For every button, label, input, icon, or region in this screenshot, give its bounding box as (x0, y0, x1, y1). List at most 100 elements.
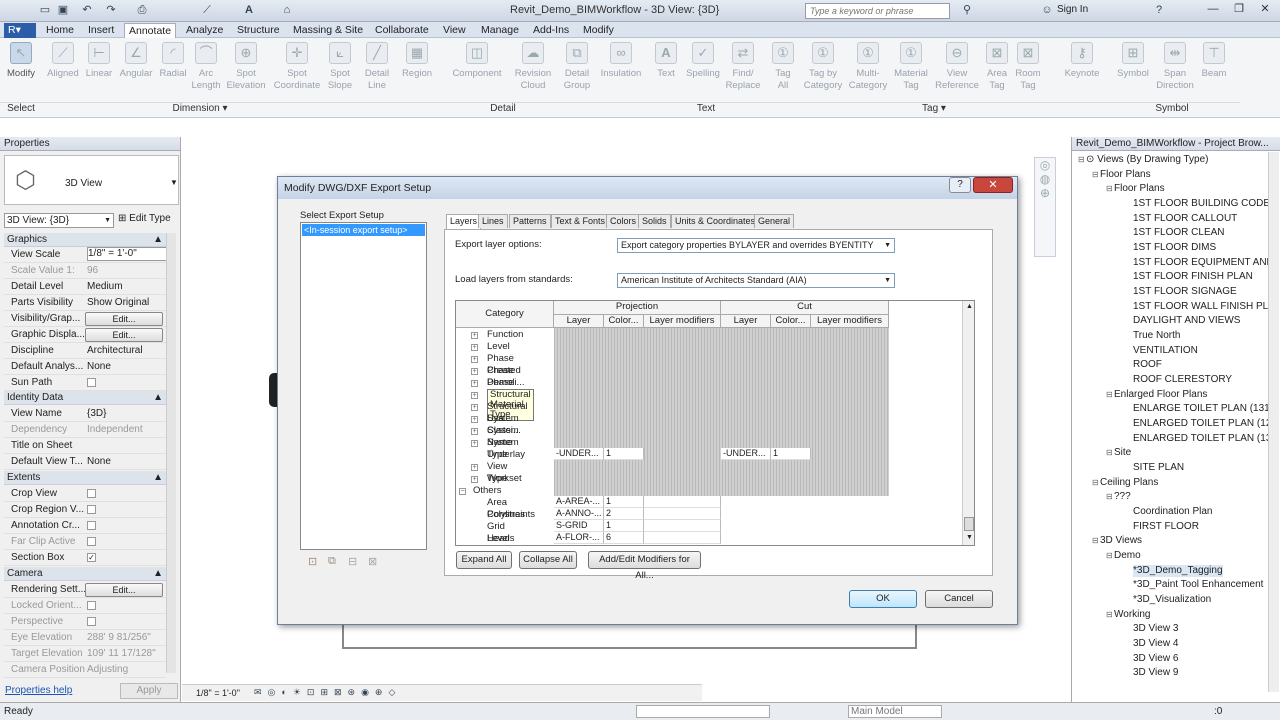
navigation-bar[interactable]: ◎ ◍ ⊕ (1034, 157, 1056, 257)
keynote-button[interactable]: ⚷ Keynote (1060, 42, 1104, 80)
properties-scrollbar[interactable] (166, 233, 176, 673)
orbit-icon[interactable]: ◍ (1035, 172, 1055, 186)
room-tag-button[interactable]: ⊠ Room Tag (1012, 42, 1044, 92)
workset-field[interactable] (636, 705, 770, 718)
detail-group-button[interactable]: ⧉ Detail Group (558, 42, 596, 92)
expand-icon[interactable]: + (471, 404, 478, 411)
prop-title-on-sheet[interactable]: Title on Sheet (4, 438, 166, 454)
linear-dimension-button[interactable]: ⊢ Linear (82, 42, 116, 80)
tab-massing-site[interactable]: Massing & Site (289, 23, 367, 38)
col-projection-modifiers[interactable]: Layer modifiers (644, 315, 721, 328)
load-layers-select[interactable]: American Institute of Architects Standar… (617, 273, 895, 288)
underlay-cut-layer[interactable]: -UNDER... (721, 448, 771, 460)
group-select[interactable]: Select (0, 102, 42, 116)
tab-units-coordinates[interactable]: Units & Coordinates (671, 214, 760, 228)
col-cut-layer[interactable]: Layer (721, 315, 771, 328)
text-button[interactable]: A Text (652, 42, 680, 80)
underlay-projection-layer[interactable]: -UNDER... (554, 448, 604, 460)
section-identity-data[interactable]: Identity Data ▲ (4, 391, 166, 405)
browser-item[interactable]: ⊟Ceiling Plans (1092, 477, 1158, 489)
row-color[interactable]: 1 (604, 520, 644, 532)
restore-icon[interactable]: ❐ (1226, 0, 1252, 18)
browser-item[interactable]: 1ST FLOOR DIMS (1133, 242, 1216, 254)
browser-item[interactable]: *3D_Paint Tool Enhancement (1133, 579, 1263, 591)
crop-region-checkbox[interactable] (87, 505, 96, 514)
browser-item[interactable]: DAYLIGHT AND VIEWS (1133, 315, 1240, 327)
browser-item[interactable]: Coordination Plan (1133, 506, 1213, 518)
view-instance-selector[interactable]: 3D View: {3D} ▼ (4, 213, 114, 228)
cancel-button[interactable]: Cancel (925, 590, 993, 608)
col-cut-color[interactable]: Color... (771, 315, 811, 328)
setup-item-selected[interactable]: <In-session export setup> (302, 224, 425, 236)
browser-item[interactable]: 3D View 4 (1133, 638, 1178, 650)
browser-item[interactable]: ⊟Working (1106, 609, 1151, 621)
browser-item[interactable]: 3D View 9 (1133, 667, 1178, 679)
browser-item[interactable]: *3D_Visualization (1133, 594, 1211, 606)
measure-icon[interactable]: ⟋ (200, 3, 214, 17)
find-replace-button[interactable]: ⇄ Find/ Replace (724, 42, 762, 92)
col-cut-modifiers[interactable]: Layer modifiers (811, 315, 889, 328)
browser-item[interactable]: 3D View 6 (1133, 653, 1178, 665)
prop-value[interactable]: None (87, 359, 167, 374)
minimize-icon[interactable]: — (1200, 0, 1226, 18)
expand-icon[interactable]: + (471, 440, 478, 447)
underlay-projection-color[interactable]: 1 (604, 448, 644, 460)
browser-item[interactable]: VENTILATION (1133, 345, 1198, 357)
type-selector[interactable]: ⬡ 3D View ▼ (4, 155, 179, 205)
save-icon[interactable]: ▣ (56, 3, 70, 17)
browser-item[interactable]: ⊟3D Views (1092, 535, 1142, 547)
insulation-button[interactable]: ∞ Insulation (598, 42, 644, 80)
zoom-icon[interactable]: ⊕ (1035, 186, 1055, 200)
tab-home[interactable]: Home (42, 23, 78, 38)
browser-item[interactable]: ⊟Floor Plans (1106, 183, 1165, 195)
sign-in-link[interactable]: Sign In (1057, 4, 1088, 15)
browser-item[interactable]: ROOF CLERESTORY (1133, 374, 1232, 386)
new-setup-icon[interactable]: ⊡ (308, 555, 317, 568)
area-tag-button[interactable]: ⊠ Area Tag (984, 42, 1010, 92)
tab-insert[interactable]: Insert (84, 23, 118, 38)
export-layer-options-select[interactable]: Export category properties BYLAYER and o… (617, 238, 895, 253)
browser-scrollbar[interactable] (1268, 152, 1279, 692)
row-layer[interactable]: A-AREA-... (554, 496, 604, 508)
span-direction-button[interactable]: ⇹ Span Direction (1154, 42, 1196, 92)
undo-icon[interactable]: ↶ (80, 3, 94, 17)
expand-icon[interactable]: + (471, 356, 478, 363)
annotation-crop-checkbox[interactable] (87, 521, 96, 530)
browser-item-selected[interactable]: *3D_Demo_Tagging (1133, 565, 1223, 577)
section-camera[interactable]: Camera ▲ (4, 567, 166, 581)
tag-by-category-button[interactable]: ① Tag by Category (800, 42, 846, 92)
open-icon[interactable]: ▭ (38, 3, 52, 17)
browser-item[interactable]: 1ST FLOOR SIGNAGE (1133, 286, 1237, 298)
scroll-thumb[interactable] (964, 517, 974, 531)
tab-general[interactable]: General (754, 214, 795, 228)
rendering-edit-button[interactable]: Edit... (85, 583, 163, 597)
view-reference-button[interactable]: ⊖ View Reference (932, 42, 982, 92)
prop-value[interactable]: Show Original (87, 295, 167, 310)
properties-help-link[interactable]: Properties help (5, 685, 72, 696)
3d-view-icon[interactable]: ⌂ (280, 3, 294, 17)
row-layer[interactable]: A-FLOR-... (554, 532, 604, 544)
section-graphics[interactable]: Graphics ▲ (4, 233, 166, 247)
prop-value[interactable]: 1/8" = 1'-0" (87, 247, 167, 261)
arc-length-button[interactable]: ⌒ Arc Length (190, 42, 222, 92)
prop-discipline[interactable]: Discipline Architectural (4, 343, 166, 359)
expand-icon[interactable]: + (471, 380, 478, 387)
help-icon[interactable]: ? (1152, 3, 1166, 17)
col-projection-color[interactable]: Color... (604, 315, 644, 328)
expand-icon[interactable]: + (471, 344, 478, 351)
spot-elevation-button[interactable]: ⊕ Spot Elevation (222, 42, 270, 92)
tab-colors[interactable]: Colors (606, 214, 641, 228)
search-input[interactable]: Type a keyword or phrase (805, 3, 950, 19)
beam-button[interactable]: ⊤ Beam (1198, 42, 1230, 80)
section-box-checkbox[interactable]: ✓ (87, 553, 96, 562)
steering-wheel-icon[interactable]: ◎ (1035, 158, 1055, 172)
modify-button[interactable]: ↖ Modify (2, 42, 40, 80)
browser-item[interactable]: ROOF (1133, 359, 1162, 371)
browser-item[interactable]: ENLARGE TOILET PLAN (131 & (1133, 403, 1279, 415)
detail-line-button[interactable]: ╱ Detail Line (360, 42, 394, 92)
filter-count[interactable]: :0 (1214, 706, 1222, 717)
view-scale[interactable]: 1/8" = 1'-0" (196, 688, 240, 698)
sun-path-checkbox[interactable] (87, 378, 96, 387)
binoculars-icon[interactable]: ⚲ (960, 3, 974, 17)
prop-value[interactable]: Medium (87, 279, 167, 294)
